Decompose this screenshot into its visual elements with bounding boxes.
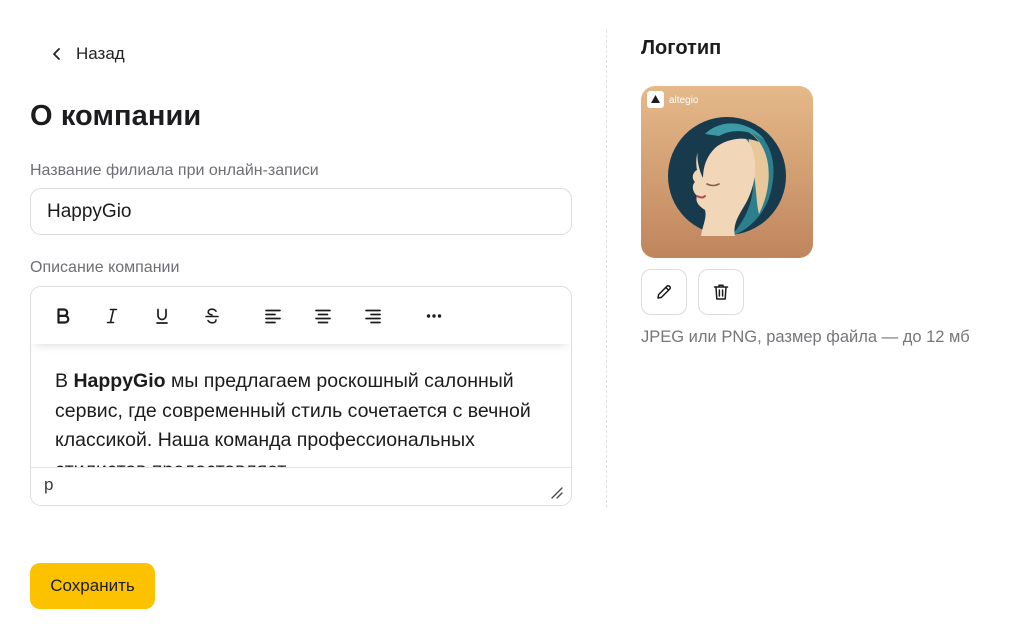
element-path: p bbox=[44, 475, 54, 494]
editor-toolbar bbox=[31, 287, 571, 344]
text-bold-brand: HappyGio bbox=[73, 370, 166, 392]
back-label: Назад bbox=[76, 44, 125, 63]
description-label: Описание компании bbox=[30, 259, 180, 276]
underline-icon[interactable] bbox=[149, 304, 175, 328]
bold-icon[interactable] bbox=[50, 304, 76, 328]
text-prefix: В bbox=[55, 370, 74, 392]
page-title: О компании bbox=[30, 100, 202, 132]
logo-brand-text: altegio bbox=[669, 95, 699, 106]
description-editor[interactable]: В HappyGio мы предлагаем роскошный салон… bbox=[30, 286, 572, 506]
edit-logo-button[interactable] bbox=[641, 269, 687, 315]
save-button[interactable]: Сохранить bbox=[30, 563, 155, 609]
italic-icon[interactable] bbox=[99, 304, 125, 328]
branch-name-input[interactable] bbox=[30, 188, 572, 235]
logo-image: altegio bbox=[641, 86, 813, 258]
align-right-icon[interactable] bbox=[360, 304, 386, 328]
more-icon[interactable] bbox=[421, 304, 447, 328]
editor-statusbar: p bbox=[31, 467, 571, 505]
logo-hint: JPEG или PNG, размер файла — до 12 мб bbox=[641, 328, 970, 346]
trash-icon bbox=[713, 284, 729, 300]
chevron-left-icon bbox=[53, 48, 60, 60]
column-divider bbox=[606, 30, 607, 508]
delete-logo-button[interactable] bbox=[698, 269, 744, 315]
strikethrough-icon[interactable] bbox=[199, 304, 225, 328]
resize-handle-icon[interactable] bbox=[549, 485, 563, 499]
align-center-icon[interactable] bbox=[310, 304, 336, 328]
logo-title: Логотип bbox=[641, 37, 722, 59]
back-link[interactable]: Назад bbox=[52, 42, 125, 66]
branch-name-label: Название филиала при онлайн-записи bbox=[30, 162, 319, 179]
pencil-icon bbox=[657, 284, 672, 299]
align-left-icon[interactable] bbox=[260, 304, 286, 328]
